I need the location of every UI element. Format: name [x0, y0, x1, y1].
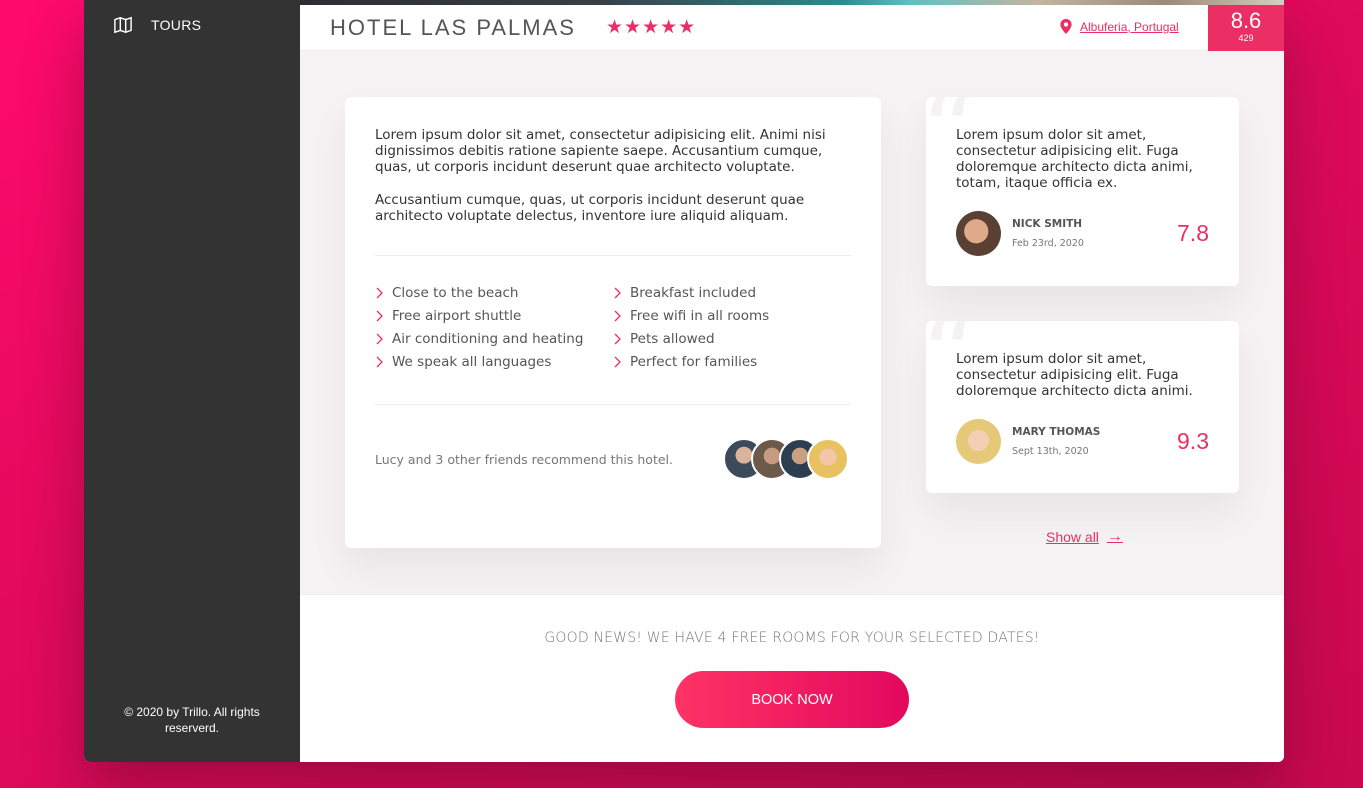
copyright: © 2020 by Trillo. All rights reserverd.: [124, 705, 260, 735]
recommend-text: Lucy and 3 other friends recommend this …: [375, 451, 673, 467]
list-item: Close to the beach: [375, 285, 613, 301]
hotel-name: HOTEL LAS PALMAS: [330, 14, 576, 40]
star-icon: ★: [605, 16, 624, 38]
reviewer-name: Nick Smith: [1012, 218, 1083, 230]
list-item: Air conditioning and heating: [375, 331, 613, 347]
friends-avatars: [723, 438, 849, 480]
feature-label: Free wifi in all rooms: [630, 308, 770, 324]
star-icon: ★: [660, 16, 678, 38]
rating-count: 429: [1238, 33, 1254, 43]
chevron-right-icon: [614, 310, 621, 322]
recommend-row: Lucy and 3 other friends recommend this …: [375, 436, 851, 482]
chevron-right-icon: [376, 287, 383, 299]
avatar: [956, 419, 1001, 464]
feature-label: Free airport shuttle: [392, 308, 522, 324]
star-icon: ★: [678, 16, 696, 38]
chevron-right-icon: [614, 333, 621, 345]
feature-label: Air conditioning and heating: [392, 331, 584, 347]
divider: [375, 255, 851, 256]
avatar: [956, 211, 1001, 256]
description-paragraph: Accusantium cumque, quas, ut corporis in…: [375, 192, 805, 224]
review-date: Feb 23rd, 2020: [1012, 238, 1084, 249]
review-date: Sept 13th, 2020: [1012, 446, 1089, 457]
list-item: Free wifi in all rooms: [613, 308, 851, 324]
cta-text: Good news! We have 4 free rooms for your…: [544, 630, 1040, 646]
review-card: “ Lorem ipsum dolor sit amet, consectetu…: [926, 97, 1239, 286]
description-paragraph: Lorem ipsum dolor sit amet, consectetur …: [375, 127, 826, 175]
feature-label: Pets allowed: [630, 331, 715, 347]
feature-list: Close to the beach Breakfast included Fr…: [375, 285, 851, 370]
book-now-button[interactable]: Book now: [675, 671, 909, 728]
reviewer-rating: 9.3: [1177, 428, 1209, 454]
hotel-view: HOTEL LAS PALMAS ★ ★ ★ ★ ★ Albuferia, Po…: [300, 0, 1284, 762]
feature-label: Breakfast included: [630, 285, 757, 301]
sidebar: TOURS © 2020 by Trillo. All rights reser…: [84, 0, 300, 762]
map-icon: [114, 16, 132, 34]
feature-label: We speak all languages: [392, 354, 552, 370]
show-all-label: Show all: [1046, 529, 1099, 545]
chevron-right-icon: [376, 333, 383, 345]
app-container: TOURS © 2020 by Trillo. All rights reser…: [84, 0, 1284, 762]
cta-section: Good news! We have 4 free rooms for your…: [300, 594, 1284, 762]
sidebar-item-tours[interactable]: TOURS: [114, 13, 201, 37]
list-item: Perfect for families: [613, 354, 851, 370]
overview-bar: HOTEL LAS PALMAS ★ ★ ★ ★ ★ Albuferia, Po…: [300, 5, 1284, 51]
list-item: We speak all languages: [375, 354, 613, 370]
avatar[interactable]: [807, 438, 849, 480]
location-link[interactable]: Albuferia, Portugal: [1080, 20, 1179, 34]
description-card: Lorem ipsum dolor sit amet, consectetur …: [345, 97, 881, 548]
feature-label: Close to the beach: [392, 285, 519, 301]
location: Albuferia, Portugal: [1060, 19, 1179, 34]
rating-badge: 8.6 429: [1208, 5, 1284, 51]
chevron-right-icon: [376, 310, 383, 322]
review-card: “ Lorem ipsum dolor sit amet, consectetu…: [926, 321, 1239, 493]
location-pin-icon: [1060, 19, 1072, 34]
reviewer-rating: 7.8: [1177, 220, 1209, 246]
chevron-right-icon: [614, 287, 621, 299]
chevron-right-icon: [614, 356, 621, 368]
feature-label: Perfect for families: [630, 354, 758, 370]
chevron-right-icon: [376, 356, 383, 368]
sidebar-item-label: TOURS: [151, 17, 202, 33]
list-item: Breakfast included: [613, 285, 851, 301]
reviewer: Nick Smith Feb 23rd, 2020 7.8: [956, 211, 1209, 256]
review-text: Lorem ipsum dolor sit amet, consectetur …: [956, 351, 1193, 399]
star-rating: ★ ★ ★ ★ ★: [606, 18, 695, 37]
show-all-link[interactable]: Show all →: [1046, 528, 1123, 546]
star-icon: ★: [624, 16, 642, 38]
rating-average: 8.6: [1230, 8, 1262, 33]
list-item: Free airport shuttle: [375, 308, 613, 324]
reviewer: Mary Thomas Sept 13th, 2020 9.3: [956, 419, 1209, 464]
divider: [375, 404, 851, 405]
review-text: Lorem ipsum dolor sit amet, consectetur …: [956, 127, 1193, 191]
arrow-right-icon: →: [1106, 528, 1123, 545]
list-item: Pets allowed: [613, 331, 851, 347]
reviewer-name: Mary Thomas: [1012, 426, 1101, 438]
star-icon: ★: [642, 16, 660, 38]
